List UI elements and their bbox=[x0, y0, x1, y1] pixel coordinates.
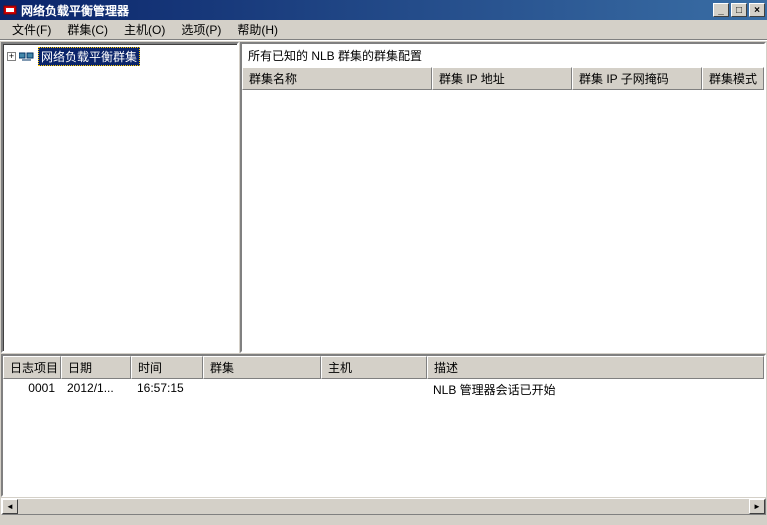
titlebar: 网络负载平衡管理器 _ □ × bbox=[0, 0, 767, 20]
log-pane: 日志项目 日期 时间 群集 主机 描述 0001 2012/1... 16:57… bbox=[1, 354, 766, 497]
menu-host[interactable]: 主机(O) bbox=[116, 19, 173, 40]
menu-options[interactable]: 选项(P) bbox=[173, 19, 229, 40]
cluster-grid-body bbox=[242, 90, 764, 351]
log-row[interactable]: 0001 2012/1... 16:57:15 NLB 管理器会话已开始 bbox=[3, 379, 764, 400]
cluster-grid-header: 群集名称 群集 IP 地址 群集 IP 子网掩码 群集模式 bbox=[242, 67, 764, 90]
tree-root-row[interactable]: + 网络负载平衡群集 bbox=[5, 46, 235, 67]
col-cluster-name[interactable]: 群集名称 bbox=[242, 67, 432, 90]
workarea: + 网络负载平衡群集 所有已知的 NLB 群集的群集配置 群集名称 群集 IP … bbox=[0, 40, 767, 352]
close-button[interactable]: × bbox=[749, 3, 765, 17]
log-cell-cluster bbox=[203, 381, 321, 398]
log-cell-time: 16:57:15 bbox=[131, 381, 203, 398]
scroll-right-icon[interactable]: ► bbox=[749, 499, 765, 514]
window-controls: _ □ × bbox=[713, 3, 765, 17]
tree-root-label: 网络负载平衡群集 bbox=[38, 47, 140, 66]
col-cluster-ip[interactable]: 群集 IP 地址 bbox=[432, 67, 572, 90]
menu-file[interactable]: 文件(F) bbox=[4, 19, 59, 40]
menubar: 文件(F) 群集(C) 主机(O) 选项(P) 帮助(H) bbox=[0, 20, 767, 40]
col-log-cluster[interactable]: 群集 bbox=[203, 356, 321, 379]
app-icon bbox=[2, 2, 18, 18]
log-body: 0001 2012/1... 16:57:15 NLB 管理器会话已开始 bbox=[3, 379, 764, 495]
menu-cluster[interactable]: 群集(C) bbox=[59, 19, 116, 40]
col-log-desc[interactable]: 描述 bbox=[427, 356, 764, 379]
col-log-host[interactable]: 主机 bbox=[321, 356, 427, 379]
maximize-button[interactable]: □ bbox=[731, 3, 747, 17]
col-log-time[interactable]: 时间 bbox=[131, 356, 203, 379]
scroll-left-icon[interactable]: ◄ bbox=[2, 499, 18, 514]
details-pane: 所有已知的 NLB 群集的群集配置 群集名称 群集 IP 地址 群集 IP 子网… bbox=[240, 42, 766, 353]
col-cluster-mode[interactable]: 群集模式 bbox=[702, 67, 764, 90]
log-cell-host bbox=[321, 381, 427, 398]
expand-icon[interactable]: + bbox=[7, 52, 16, 61]
h-scrollbar[interactable]: ◄ ► bbox=[1, 498, 766, 515]
log-header: 日志项目 日期 时间 群集 主机 描述 bbox=[3, 356, 764, 379]
window-title: 网络负载平衡管理器 bbox=[21, 2, 713, 19]
cluster-root-icon bbox=[19, 51, 35, 63]
menu-help[interactable]: 帮助(H) bbox=[229, 19, 286, 40]
log-cell-date: 2012/1... bbox=[61, 381, 131, 398]
col-log-date[interactable]: 日期 bbox=[61, 356, 131, 379]
col-log-item[interactable]: 日志项目 bbox=[3, 356, 61, 379]
minimize-button[interactable]: _ bbox=[713, 3, 729, 17]
tree-pane: + 网络负载平衡群集 bbox=[1, 42, 239, 353]
col-cluster-mask[interactable]: 群集 IP 子网掩码 bbox=[572, 67, 702, 90]
log-cell-item: 0001 bbox=[3, 381, 61, 398]
details-header: 所有已知的 NLB 群集的群集配置 bbox=[242, 44, 764, 67]
log-cell-desc: NLB 管理器会话已开始 bbox=[427, 381, 764, 398]
